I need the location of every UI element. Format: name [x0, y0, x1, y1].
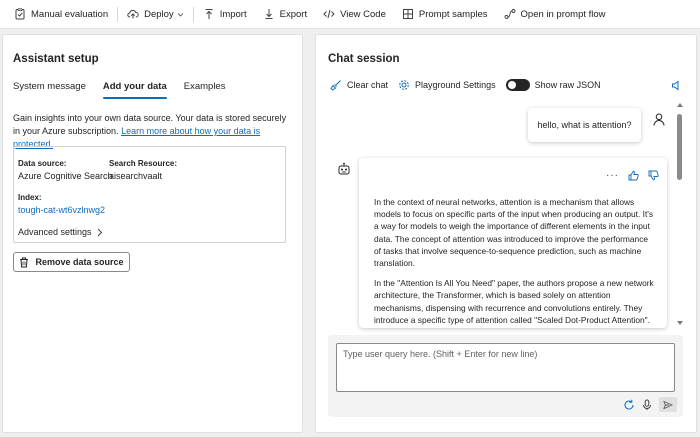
remove-data-source-button[interactable]: Remove data source: [13, 252, 130, 272]
prompt-samples-button[interactable]: Prompt samples: [394, 0, 496, 29]
open-prompt-flow-button[interactable]: Open in prompt flow: [496, 0, 614, 29]
clipboard-check-icon: [14, 8, 26, 20]
arrow-down-export-icon: [263, 8, 275, 20]
code-icon: [323, 8, 335, 20]
gear-icon: [399, 80, 409, 90]
advanced-settings-label: Advanced settings: [18, 227, 92, 237]
tab-add-your-data[interactable]: Add your data: [102, 81, 167, 99]
deploy-button[interactable]: Deploy: [119, 0, 192, 29]
speaker-icon[interactable]: [671, 80, 682, 91]
send-button[interactable]: [659, 397, 677, 412]
data-source-value: Azure Cognitive Search: [18, 171, 113, 181]
bot-avatar-icon: [337, 162, 351, 176]
open-prompt-flow-label: Open in prompt flow: [520, 8, 606, 20]
manual-evaluation-button[interactable]: Manual evaluation: [6, 0, 116, 29]
playground-settings-label: Playground Settings: [415, 80, 496, 90]
export-button[interactable]: Export: [255, 0, 315, 29]
chevron-right-icon: [97, 228, 102, 236]
playground-settings-button[interactable]: Playground Settings: [398, 79, 496, 91]
scroll-up-arrow[interactable]: [677, 103, 683, 107]
flow-icon: [504, 8, 516, 20]
assistant-message-text: In the context of neural networks, atten…: [374, 196, 657, 328]
grid-icon: [402, 8, 414, 20]
chat-session-title: Chat session: [328, 53, 400, 65]
assistant-setup-title: Assistant setup: [13, 53, 99, 65]
tab-examples[interactable]: Examples: [184, 81, 226, 98]
assistant-message-bubble: ··· In the context of neural networks, a…: [359, 158, 667, 328]
show-raw-json-toggle[interactable]: Show raw JSON: [505, 79, 601, 91]
chat-input-area: [328, 335, 683, 417]
thumbs-down-icon[interactable]: [648, 170, 659, 181]
scroll-thumb[interactable]: [677, 114, 682, 180]
export-label: Export: [279, 8, 308, 20]
toggle-switch[interactable]: [505, 79, 530, 91]
toolbar-divider: [117, 6, 119, 22]
broom-icon: [330, 80, 341, 91]
trash-icon: [20, 257, 29, 267]
microphone-icon[interactable]: [641, 399, 653, 411]
index-label: Index:: [18, 193, 42, 202]
toolbar-divider: [192, 6, 194, 22]
prompt-samples-label: Prompt samples: [418, 8, 488, 20]
chat-scrollbar[interactable]: [675, 101, 685, 325]
assistant-tabs: System message Add your data Examples: [13, 81, 242, 99]
more-options-icon[interactable]: ···: [606, 170, 619, 181]
index-link[interactable]: tough-cat-wt6vzlnwg2: [18, 205, 105, 215]
chevron-down-icon: [177, 11, 184, 18]
search-resource-value: aisearchvaalt: [109, 171, 163, 181]
message-actions: ···: [597, 170, 659, 181]
manual-evaluation-label: Manual evaluation: [31, 8, 109, 20]
view-code-button[interactable]: View Code: [315, 0, 394, 29]
assistant-setup-panel: Assistant setup System message Add your …: [2, 34, 303, 433]
data-source-label: Data source:: [18, 159, 67, 168]
deploy-label: Deploy: [144, 8, 174, 20]
cloud-upload-icon: [127, 8, 139, 20]
assistant-paragraph: In the context of neural networks, atten…: [374, 197, 654, 269]
scroll-down-arrow[interactable]: [677, 321, 683, 325]
user-message-text: hello, what is attention?: [537, 120, 632, 130]
arrow-up-import-icon: [203, 8, 215, 20]
chat-toolbar: Clear chat Playground Settings Show raw …: [330, 79, 611, 91]
input-actions: [617, 397, 677, 412]
chat-session-panel: Chat session Clear chat Playground Setti…: [315, 34, 697, 433]
clear-chat-button[interactable]: Clear chat: [330, 79, 388, 91]
search-resource-label: Search Resource:: [109, 159, 178, 168]
advanced-settings-button[interactable]: Advanced settings: [18, 227, 103, 237]
clear-chat-label: Clear chat: [347, 80, 389, 90]
send-icon: [663, 400, 673, 409]
remove-data-source-label: Remove data source: [35, 257, 124, 267]
user-avatar-icon: [653, 113, 665, 126]
assistant-paragraph: In the "Attention Is All You Need" paper…: [374, 278, 656, 328]
tab-system-message[interactable]: System message: [13, 81, 86, 98]
data-source-card: Data source: Azure Cognitive Search Sear…: [13, 146, 286, 243]
import-label: Import: [219, 8, 247, 20]
import-button[interactable]: Import: [195, 0, 255, 29]
user-query-input[interactable]: [336, 343, 675, 392]
refresh-icon[interactable]: [623, 399, 635, 411]
top-toolbar: Manual evaluation Deploy Import Export V…: [0, 0, 700, 29]
user-message-bubble: hello, what is attention?: [528, 108, 641, 142]
view-code-label: View Code: [340, 8, 386, 20]
show-raw-json-label: Show raw JSON: [534, 80, 601, 90]
thumbs-up-icon[interactable]: [628, 170, 639, 181]
